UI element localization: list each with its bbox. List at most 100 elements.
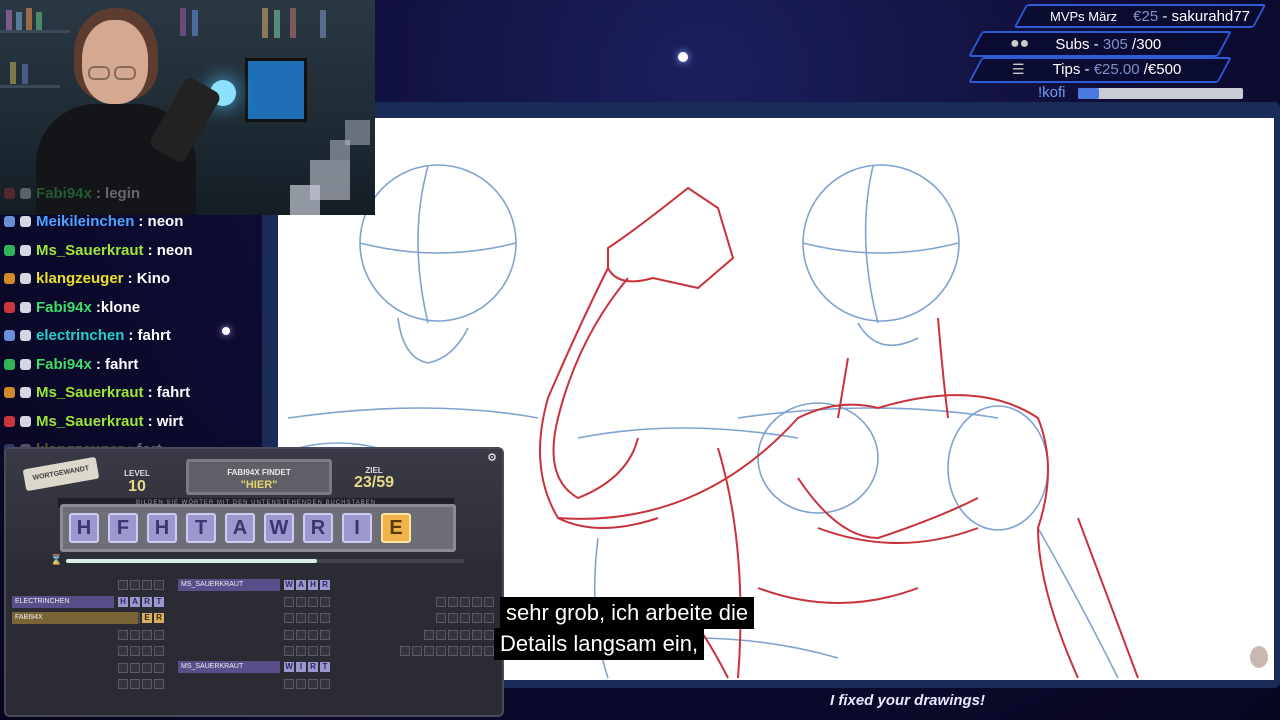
empty-slot: [308, 596, 318, 607]
subs-row: ●● Subs - 305 /300: [1010, 32, 1161, 56]
empty-slot: [436, 646, 446, 656]
chat-message: Meikileinchen: neon: [4, 209, 183, 235]
letter-tile: A: [225, 513, 255, 543]
empty-slot: [484, 596, 494, 607]
found-letter: R: [320, 580, 330, 590]
chat-username[interactable]: Ms_Sauerkraut: [36, 413, 144, 430]
empty-slot: [130, 679, 140, 689]
badge-icon: [4, 415, 15, 427]
mvp-label: MVPs März: [1050, 8, 1118, 24]
empty-slot: [320, 646, 330, 656]
chat-text: : neon: [147, 241, 193, 259]
empty-slot: [118, 629, 128, 640]
chat-message: Fabi94x: legin: [4, 180, 140, 206]
chat-username[interactable]: electrinchen: [36, 327, 124, 344]
chat-panel: Fabi94x: legin Meikileinchen: neon Ms_Saue…: [0, 180, 262, 458]
chat-text: : fahrt: [128, 327, 171, 344]
empty-slot: [472, 596, 482, 607]
empty-slot: [284, 596, 294, 607]
mvp-row: MVPs März €25 - sakurahd77: [1050, 4, 1250, 28]
found-letter: T: [154, 597, 164, 607]
found-letter: H: [118, 597, 128, 607]
chat-username[interactable]: klangzeuger: [36, 270, 124, 287]
star: [678, 52, 688, 62]
empty-slot: [130, 662, 140, 673]
chat-text: : fahrt: [147, 384, 191, 401]
found-letter: A: [296, 580, 306, 590]
found-letter: T: [320, 662, 330, 672]
goal-value: 23/59: [353, 474, 395, 491]
chat-message: Fabi94x :klone: [4, 294, 140, 320]
empty-slot: [130, 646, 140, 656]
empty-slot: [448, 629, 458, 640]
empty-slot: [448, 646, 458, 656]
empty-slot: [484, 613, 494, 623]
found-letter: R: [308, 662, 318, 672]
chat-username[interactable]: Fabi94x: [36, 185, 92, 202]
letter-tile: H: [69, 513, 99, 543]
badge-icon: [20, 273, 31, 284]
letter-tile: H: [147, 513, 177, 543]
gear-icon[interactable]: ⚙: [487, 451, 497, 464]
word-game-panel: ⚙ WORTGEWANDT LEVEL 10 FABI94X FINDET "H…: [4, 447, 504, 717]
chat-text: : wirt: [147, 412, 184, 430]
empty-slot: [154, 662, 164, 673]
chat-username[interactable]: Fabi94x: [36, 356, 92, 373]
empty-slot: [284, 613, 294, 623]
chat-message: Ms_Sauerkraut: neon: [4, 237, 193, 263]
empty-slot: [142, 679, 152, 689]
letter-tile: T: [186, 513, 216, 543]
empty-slot: [472, 646, 482, 656]
empty-slot: [154, 629, 164, 640]
empty-slot: [296, 679, 306, 689]
empty-slot: [118, 662, 128, 673]
empty-slot: [448, 596, 458, 607]
letter-tile: F: [108, 513, 138, 543]
chat-username[interactable]: Ms_Sauerkraut: [36, 384, 144, 401]
empty-slot: [296, 629, 306, 640]
chat-text: :klone: [95, 298, 141, 316]
badge-icon: [20, 415, 31, 427]
kofi-label: !kofi: [1038, 84, 1066, 101]
empty-slot: [142, 662, 152, 673]
empty-slot: [154, 646, 164, 656]
chat-message: electrinchen: fahrt: [4, 323, 171, 349]
badge-icon: [20, 216, 31, 227]
empty-slot: [460, 646, 470, 656]
footer-message: I fixed your drawings!: [830, 692, 986, 709]
empty-slot: [308, 646, 318, 656]
empty-slot: [296, 613, 306, 623]
found-letter: E: [142, 613, 152, 623]
chat-username[interactable]: Meikileinchen: [36, 213, 134, 230]
chat-username[interactable]: Fabi94x: [36, 299, 92, 316]
found-letter: I: [296, 662, 306, 672]
finder-word: "HIER": [240, 479, 278, 491]
empty-slot: [472, 629, 482, 640]
player-name: MS_SAUERKRAUT: [178, 579, 280, 591]
chat-text: : neon: [138, 213, 184, 230]
found-letter: R: [142, 597, 152, 607]
badge-icon: [4, 216, 15, 227]
badge-icon: [4, 301, 15, 313]
badge-icon: [4, 187, 15, 199]
empty-slot: [142, 580, 152, 590]
empty-slot: [436, 613, 446, 623]
empty-slot: [296, 646, 306, 656]
empty-slot: [308, 679, 318, 689]
empty-slot: [154, 580, 164, 590]
chat-username[interactable]: Ms_Sauerkraut: [36, 242, 144, 259]
chat-message: klangzeuger: Kino: [4, 266, 170, 292]
mvp-name: sakurahd77: [1171, 7, 1250, 25]
empty-slot: [484, 629, 494, 640]
empty-slot: [320, 596, 330, 607]
timer-fill: [66, 559, 317, 563]
empty-slot: [320, 679, 330, 689]
empty-slot: [472, 613, 482, 623]
letter-tile: I: [342, 513, 372, 543]
player-name: MS_SAUERKRAUT: [178, 661, 280, 673]
timer-bar: [66, 559, 464, 563]
letter-tile: E: [381, 513, 411, 543]
empty-slot: [320, 613, 330, 623]
empty-slot: [436, 596, 446, 607]
badge-icon: [4, 273, 15, 284]
